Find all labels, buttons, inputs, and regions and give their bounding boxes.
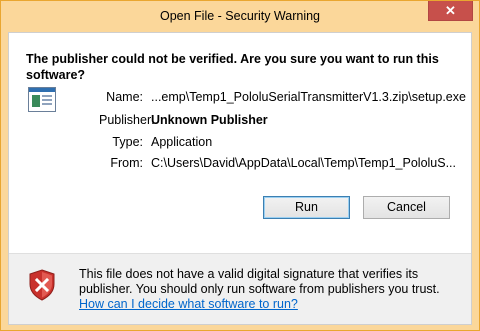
publisher-value: Unknown Publisher [151,113,268,127]
publisher-label: Publisher: [99,113,155,127]
security-warning-dialog: Open File - Security Warning ✕ The publi… [0,0,480,331]
title-bar[interactable]: Open File - Security Warning ✕ [1,1,479,31]
type-value: Application [151,135,213,149]
cancel-button[interactable]: Cancel [363,196,450,219]
from-label: From: [110,156,143,170]
name-label: Name: [106,90,143,104]
application-window-icon [28,87,56,112]
dialog-content: The publisher could not be verified. Are… [8,32,472,325]
run-button[interactable]: Run [263,196,350,219]
type-label: Type: [112,135,143,149]
window-title: Open File - Security Warning [159,9,320,23]
security-shield-error-icon [29,269,55,301]
from-value: C:\Users\David\AppData\Local\Temp\Temp1_… [151,156,457,170]
warning-footer: This file does not have a valid digital … [9,254,471,324]
verification-question: The publisher could not be verified. Are… [26,52,439,82]
close-button[interactable]: ✕ [428,1,473,21]
close-icon: ✕ [445,2,456,18]
warning-message: This file does not have a valid digital … [79,267,440,296]
help-link[interactable]: How can I decide what software to run? [79,297,298,312]
name-value: ...emp\Temp1_PololuSerialTransmitterV1.3… [151,90,466,104]
